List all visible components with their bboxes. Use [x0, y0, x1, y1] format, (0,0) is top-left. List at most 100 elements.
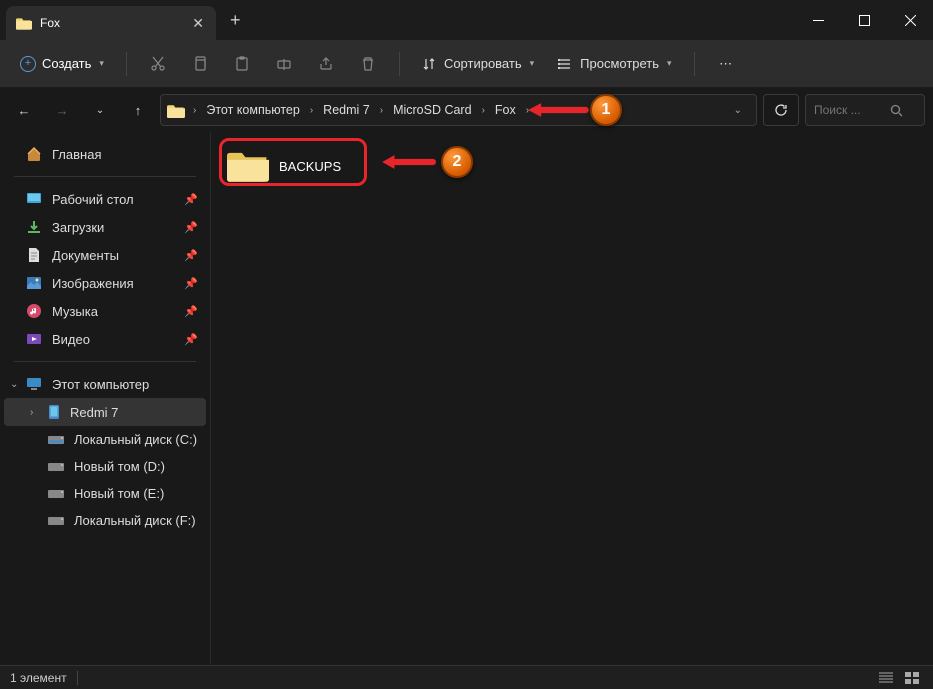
breadcrumb-item[interactable]: Redmi 7 [317, 99, 376, 121]
more-button[interactable]: ⋯ [707, 46, 745, 82]
sidebar-music[interactable]: Музыка 📌 [4, 297, 206, 325]
new-tab-button[interactable]: + [216, 10, 255, 31]
sidebar-label: Локальный диск (F:) [74, 513, 196, 528]
status-bar: 1 элемент [0, 665, 933, 689]
rename-button[interactable] [265, 46, 303, 82]
sort-button[interactable]: Сортировать ▾ [412, 50, 544, 77]
address-row: ← → ⌄ ↑ › Этот компьютер › Redmi 7 › Mic… [0, 88, 933, 132]
sidebar-drive-d[interactable]: Новый том (D:) [4, 453, 206, 480]
sidebar-drive-f[interactable]: Локальный диск (F:) [4, 507, 206, 534]
sidebar-label: Главная [52, 147, 101, 162]
sidebar-label: Локальный диск (C:) [74, 432, 197, 447]
content-pane[interactable]: BACKUPS 2 [210, 132, 933, 665]
sidebar-label: Музыка [52, 304, 98, 319]
sidebar-video[interactable]: Видео 📌 [4, 325, 206, 353]
sort-label: Сортировать [444, 56, 522, 71]
breadcrumb-bar[interactable]: › Этот компьютер › Redmi 7 › MicroSD Car… [160, 94, 757, 126]
search-box[interactable] [805, 94, 925, 126]
details-view-button[interactable] [875, 669, 897, 687]
toolbar: + Создать ▾ Сортировать ▾ Просмотреть ▾ … [0, 40, 933, 88]
breadcrumb-item[interactable]: Этот компьютер [200, 99, 305, 121]
pin-icon: 📌 [184, 333, 198, 346]
pin-icon: 📌 [184, 193, 198, 206]
sidebar-this-pc[interactable]: ⌄ Этот компьютер [4, 370, 206, 398]
annotation-2: 2 [371, 146, 473, 178]
sort-icon [422, 57, 436, 71]
music-icon [26, 303, 42, 319]
phone-icon [48, 404, 60, 420]
titlebar: Fox ✕ + [0, 0, 933, 40]
breadcrumb-item[interactable]: Fox [489, 99, 522, 121]
create-label: Создать [42, 56, 91, 71]
search-input[interactable] [814, 103, 884, 117]
pin-icon: 📌 [184, 305, 198, 318]
copy-button[interactable] [181, 46, 219, 82]
chevron-down-icon[interactable]: ⌄ [10, 379, 18, 390]
chevron-down-icon: ▾ [99, 58, 104, 69]
sidebar-desktop[interactable]: Рабочий стол 📌 [4, 185, 206, 213]
breadcrumb-dropdown[interactable]: ⌄ [726, 105, 750, 116]
paste-button[interactable] [223, 46, 261, 82]
share-button[interactable] [307, 46, 345, 82]
chevron-down-icon: ▾ [667, 58, 672, 69]
chevron-right-icon: › [378, 105, 385, 116]
close-button[interactable] [887, 0, 933, 40]
pin-icon: 📌 [184, 277, 198, 290]
tab-title: Fox [40, 16, 184, 30]
sidebar-home[interactable]: Главная [4, 140, 206, 168]
create-button[interactable]: + Создать ▾ [10, 50, 114, 78]
folder-backups[interactable]: BACKUPS [223, 144, 351, 188]
chevron-right-icon[interactable]: › [30, 407, 33, 418]
sidebar-label: Изображения [52, 276, 134, 291]
sidebar-downloads[interactable]: Загрузки 📌 [4, 213, 206, 241]
view-button[interactable]: Просмотреть ▾ [548, 50, 681, 77]
drive-icon [48, 488, 64, 500]
drive-icon [48, 461, 64, 473]
refresh-button[interactable] [763, 94, 799, 126]
tab-close-button[interactable]: ✕ [192, 15, 204, 32]
chevron-down-icon: ▾ [530, 58, 535, 69]
chevron-right-icon: › [308, 105, 315, 116]
sidebar-label: Новый том (E:) [74, 486, 164, 501]
view-icon [558, 57, 572, 71]
cut-button[interactable] [139, 46, 177, 82]
item-count: 1 элемент [10, 671, 67, 685]
folder-icon [167, 103, 185, 118]
sidebar-label: Загрузки [52, 220, 104, 235]
sidebar-device-redmi[interactable]: › Redmi 7 [4, 398, 206, 426]
download-icon [26, 219, 42, 235]
delete-button[interactable] [349, 46, 387, 82]
picture-icon [26, 275, 42, 291]
forward-button[interactable]: → [46, 94, 78, 126]
window-controls [795, 0, 933, 40]
sidebar-drive-c[interactable]: Локальный диск (C:) [4, 426, 206, 453]
sidebar-label: Redmi 7 [70, 405, 118, 420]
maximize-button[interactable] [841, 0, 887, 40]
view-label: Просмотреть [580, 56, 659, 71]
search-icon [890, 104, 903, 117]
folder-icon [227, 148, 269, 184]
up-button[interactable]: ↑ [122, 94, 154, 126]
separator [77, 671, 78, 685]
sidebar-documents[interactable]: Документы 📌 [4, 241, 206, 269]
minimize-button[interactable] [795, 0, 841, 40]
icons-view-button[interactable] [901, 669, 923, 687]
window-tab[interactable]: Fox ✕ [6, 6, 216, 40]
sidebar: Главная Рабочий стол 📌 Загрузки 📌 Докуме… [0, 132, 210, 665]
folder-icon [16, 16, 32, 30]
sidebar-label: Этот компьютер [52, 377, 149, 392]
back-button[interactable]: ← [8, 94, 40, 126]
separator [399, 52, 400, 76]
home-icon [26, 146, 42, 162]
sidebar-drive-e[interactable]: Новый том (E:) [4, 480, 206, 507]
separator [14, 361, 196, 362]
desktop-icon [26, 191, 42, 207]
recent-button[interactable]: ⌄ [84, 94, 116, 126]
chevron-right-icon: › [524, 105, 531, 116]
chevron-right-icon: › [480, 105, 487, 116]
video-icon [26, 331, 42, 347]
sidebar-pictures[interactable]: Изображения 📌 [4, 269, 206, 297]
sidebar-label: Видео [52, 332, 90, 347]
main-area: Главная Рабочий стол 📌 Загрузки 📌 Докуме… [0, 132, 933, 665]
breadcrumb-item[interactable]: MicroSD Card [387, 99, 478, 121]
